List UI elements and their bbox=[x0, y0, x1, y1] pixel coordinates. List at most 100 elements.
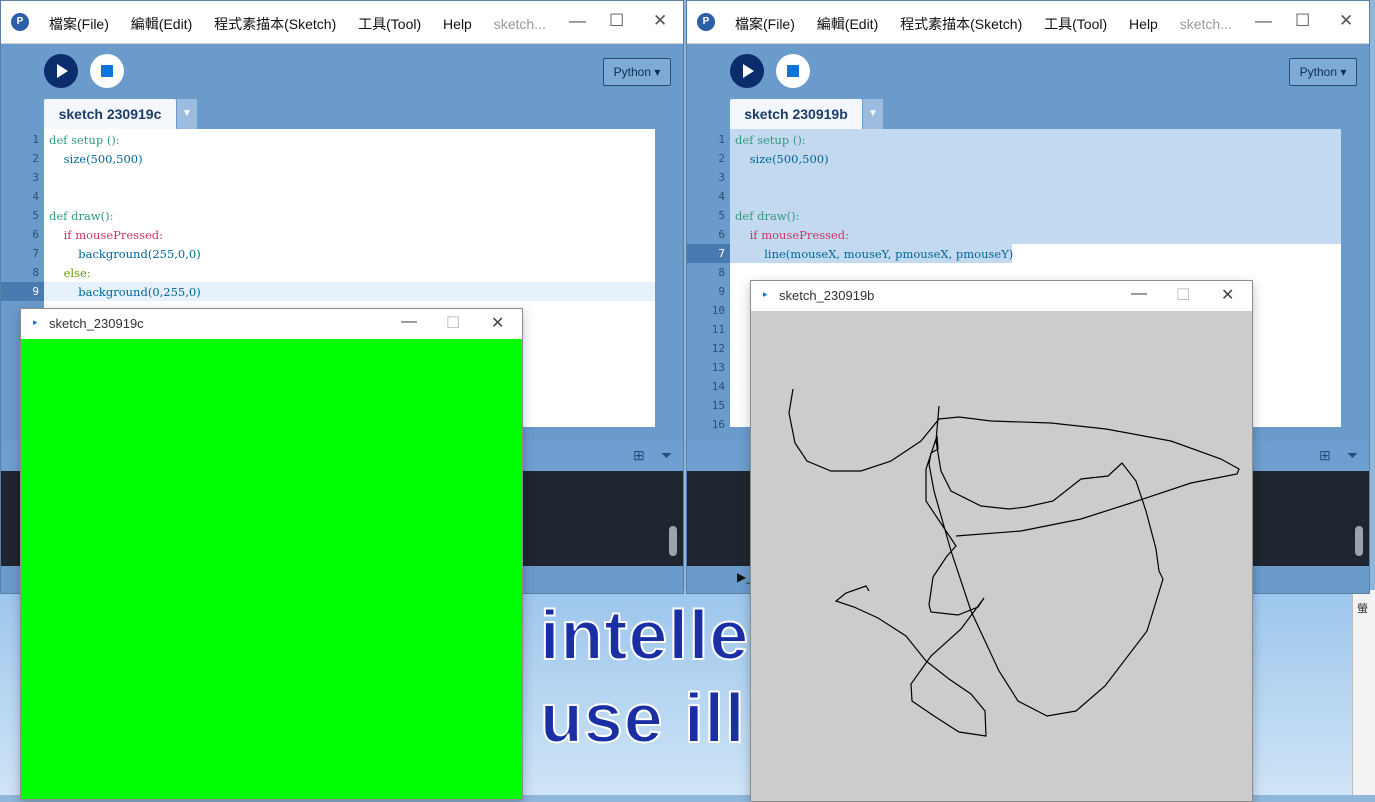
sketch-app-icon: ▸ bbox=[33, 317, 38, 327]
line-number: 7 bbox=[32, 247, 39, 260]
minimize-icon[interactable]: — bbox=[569, 11, 586, 31]
sketch-titlebar: ▸ sketch_230919c — ☐ ✕ bbox=[21, 309, 522, 339]
collapse-console-icon[interactable]: ⏷ bbox=[1347, 447, 1358, 464]
line-number: 9 bbox=[718, 285, 725, 298]
menu-help[interactable]: Help bbox=[443, 16, 472, 32]
code-line: else: bbox=[49, 266, 91, 280]
code-line: background(255,0,0) bbox=[49, 247, 201, 261]
code-line: if mousePressed: bbox=[735, 228, 850, 242]
code-line: background(0,255,0) bbox=[49, 285, 201, 299]
menu-edit[interactable]: 編輯(Edit) bbox=[131, 16, 192, 32]
processing-app-icon: P bbox=[11, 13, 29, 31]
tab-sketch-230919c[interactable]: sketch 230919c bbox=[44, 99, 176, 129]
tab-menu-arrow-icon[interactable]: ▼ bbox=[863, 99, 883, 129]
line-number: 7 bbox=[718, 247, 725, 260]
menu-bar: 檔案(File) 編輯(Edit) 程式素描本(Sketch) 工具(Tool)… bbox=[735, 14, 1250, 34]
add-tab-icon[interactable]: ⊞ bbox=[633, 447, 645, 464]
sketch-window-230919c: ▸ sketch_230919c — ☐ ✕ bbox=[20, 308, 523, 800]
sketch-window-230919b: ▸ sketch_230919b — ☐ ✕ bbox=[750, 280, 1253, 802]
menu-tool[interactable]: 工具(Tool) bbox=[358, 16, 421, 32]
maximize-icon[interactable]: ☐ bbox=[1295, 11, 1310, 31]
line-number: 3 bbox=[32, 171, 39, 184]
line-number: 12 bbox=[711, 342, 725, 355]
sketch-app-icon: ▸ bbox=[763, 289, 768, 299]
code-line: if mousePressed: bbox=[49, 228, 164, 242]
minimize-icon[interactable]: — bbox=[401, 313, 417, 331]
maximize-icon[interactable]: ☐ bbox=[1176, 285, 1190, 305]
run-button[interactable] bbox=[730, 54, 764, 88]
close-icon[interactable]: ✕ bbox=[653, 11, 667, 31]
ide-titlebar: P 檔案(File) 編輯(Edit) 程式素描本(Sketch) 工具(Too… bbox=[687, 1, 1369, 44]
menu-sketch[interactable]: 程式素描本(Sketch) bbox=[900, 16, 1022, 32]
sketch-title: sketch_230919b bbox=[779, 288, 875, 303]
line-number: 1 bbox=[32, 133, 39, 146]
mode-selector[interactable]: Python ▾ bbox=[1289, 58, 1357, 86]
line-number: 2 bbox=[718, 152, 725, 165]
menu-help[interactable]: Help bbox=[1129, 16, 1158, 32]
minimize-icon[interactable]: — bbox=[1255, 11, 1272, 31]
line-number: 3 bbox=[718, 171, 725, 184]
text-selection bbox=[730, 129, 1341, 244]
line-number: 8 bbox=[718, 266, 725, 279]
sketch-titlebar: ▸ sketch_230919b — ☐ ✕ bbox=[751, 281, 1252, 311]
close-icon[interactable]: ✕ bbox=[1221, 285, 1234, 305]
window-title: sketch... bbox=[1179, 16, 1232, 32]
menu-file[interactable]: 檔案(File) bbox=[735, 16, 795, 32]
collapse-console-icon[interactable]: ⏷ bbox=[661, 447, 672, 464]
maximize-icon[interactable]: ☐ bbox=[609, 11, 624, 31]
line-number: 2 bbox=[32, 152, 39, 165]
menu-file[interactable]: 檔案(File) bbox=[49, 16, 109, 32]
line-number: 9 bbox=[32, 285, 39, 298]
close-icon[interactable]: ✕ bbox=[1339, 11, 1353, 31]
console-scrollbar[interactable] bbox=[669, 526, 677, 556]
menu-sketch[interactable]: 程式素描本(Sketch) bbox=[214, 16, 336, 32]
sketch-canvas[interactable] bbox=[751, 311, 1252, 801]
drawn-stroke bbox=[834, 405, 1164, 737]
code-line: def setup (): bbox=[735, 133, 806, 147]
line-number: 5 bbox=[718, 209, 725, 222]
sketch-title: sketch_230919c bbox=[49, 316, 144, 331]
run-button[interactable] bbox=[44, 54, 78, 88]
ide-titlebar: P 檔案(File) 編輯(Edit) 程式素描本(Sketch) 工具(Too… bbox=[1, 1, 683, 44]
maximize-icon[interactable]: ☐ bbox=[446, 313, 460, 333]
freehand-drawing bbox=[788, 388, 1240, 737]
code-line: def draw(): bbox=[735, 209, 800, 223]
desktop-side-label: 螢 bbox=[1357, 603, 1368, 615]
tab-menu-arrow-icon[interactable]: ▼ bbox=[177, 99, 197, 129]
line-number: 15 bbox=[711, 399, 725, 412]
menu-bar: 檔案(File) 編輯(Edit) 程式素描本(Sketch) 工具(Tool)… bbox=[49, 14, 564, 34]
line-number: 16 bbox=[711, 418, 725, 431]
line-number: 1 bbox=[718, 133, 725, 146]
line-number: 14 bbox=[711, 380, 725, 393]
line-number: 4 bbox=[718, 190, 725, 203]
code-line: line(mouseX, mouseY, pmouseX, pmouseY) bbox=[735, 247, 1014, 261]
line-number-gutter: 1 2 3 4 5 6 7 8 9 10 11 12 13 14 15 16 bbox=[687, 129, 730, 431]
line-number: 4 bbox=[32, 190, 39, 203]
code-line: size(500,500) bbox=[49, 152, 143, 166]
code-line: size(500,500) bbox=[735, 152, 829, 166]
close-icon[interactable]: ✕ bbox=[491, 313, 504, 333]
mode-selector[interactable]: Python ▾ bbox=[603, 58, 671, 86]
line-number: 13 bbox=[711, 361, 725, 374]
sketch-canvas[interactable] bbox=[21, 339, 522, 799]
menu-tool[interactable]: 工具(Tool) bbox=[1044, 16, 1107, 32]
line-number: 10 bbox=[711, 304, 725, 317]
desktop-side-window[interactable]: 螢 bbox=[1352, 590, 1375, 795]
line-number: 11 bbox=[711, 323, 725, 336]
menu-edit[interactable]: 編輯(Edit) bbox=[817, 16, 878, 32]
add-tab-icon[interactable]: ⊞ bbox=[1319, 447, 1331, 464]
window-title: sketch... bbox=[493, 16, 546, 32]
minimize-icon[interactable]: — bbox=[1131, 285, 1147, 303]
processing-app-icon: P bbox=[697, 13, 715, 31]
line-number: 6 bbox=[718, 228, 725, 241]
line-number: 6 bbox=[32, 228, 39, 241]
drawn-stroke bbox=[788, 388, 1240, 537]
code-line: def draw(): bbox=[49, 209, 114, 223]
tab-sketch-230919b[interactable]: sketch 230919b bbox=[730, 99, 862, 129]
console-scrollbar[interactable] bbox=[1355, 526, 1363, 556]
line-number: 8 bbox=[32, 266, 39, 279]
stop-button[interactable] bbox=[776, 54, 810, 88]
code-line: def setup (): bbox=[49, 133, 120, 147]
line-number: 5 bbox=[32, 209, 39, 222]
stop-button[interactable] bbox=[90, 54, 124, 88]
